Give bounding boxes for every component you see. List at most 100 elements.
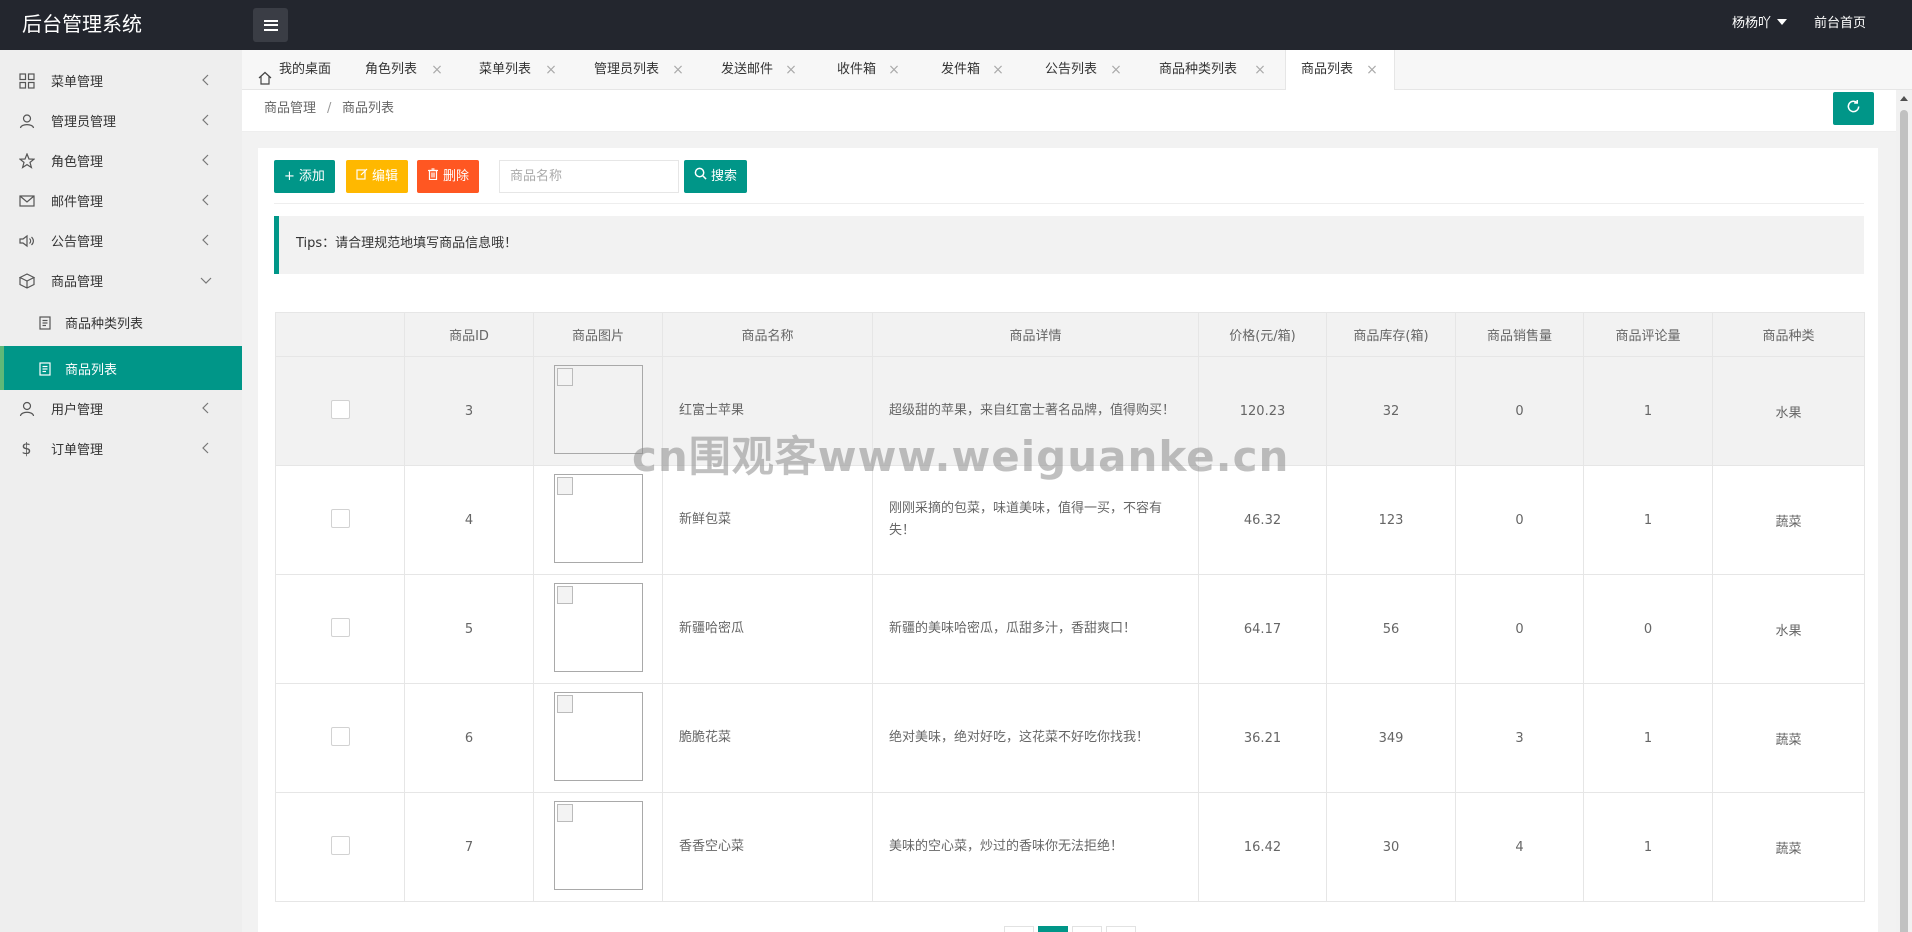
dollar-icon: $	[21, 439, 32, 458]
close-icon[interactable]: ×	[430, 63, 444, 77]
table-row[interactable]: 5 新疆哈密瓜 新疆的美味哈密瓜，瓜甜多汁，香甜爽口！ 64.17 56 0 0…	[275, 574, 1865, 684]
tab-notice-list[interactable]: 公告列表 ×	[1045, 50, 1135, 90]
top-header: 后台管理系统 杨杨吖 前台首页	[0, 0, 1912, 50]
tab-outbox[interactable]: 发件箱 ×	[941, 50, 1021, 90]
pager-prev-button[interactable]	[1004, 926, 1034, 932]
scroll-up-icon[interactable]	[1900, 96, 1908, 101]
sidebar-item-label: 菜单管理	[51, 74, 104, 90]
tips-text: Tips：请合理规范地填写商品信息哦！	[296, 236, 518, 251]
user-menu[interactable]: 杨杨吖	[1732, 0, 1788, 50]
tab-goods-category-list[interactable]: 商品种类列表 ×	[1159, 50, 1279, 90]
sidebar-item-order[interactable]: $ 订单管理	[0, 428, 242, 468]
close-icon[interactable]: ×	[1109, 63, 1123, 77]
comments-cell: 1	[1583, 356, 1713, 466]
row-checkbox[interactable]	[330, 617, 350, 637]
add-label: 添加	[298, 169, 325, 184]
tab-bar: 我的桌面 角色列表 × 菜单列表 × 管理员列表 × 发送邮件 × 收件箱 × …	[242, 50, 1912, 91]
column-header: 商品销售量	[1455, 312, 1584, 357]
comments-cell: 1	[1583, 465, 1713, 575]
detail-cell: 新疆的美味哈密瓜，瓜甜多汁，香甜爽口！	[872, 574, 1199, 684]
tab-label: 商品列表	[1301, 62, 1354, 77]
sidebar-item-label: 公告管理	[51, 234, 104, 250]
home-link[interactable]: 前台首页	[1814, 0, 1866, 50]
id-cell: 3	[404, 356, 534, 466]
pager-next-button[interactable]	[1106, 926, 1136, 932]
breadcrumb-separator: /	[327, 101, 332, 116]
detail-cell: 绝对美味，绝对好吃，这花菜不好吃你找我！	[872, 683, 1199, 793]
search-input[interactable]	[499, 160, 679, 193]
sidebar-item-goods-list[interactable]: 商品列表	[0, 346, 242, 390]
box-icon	[18, 272, 35, 289]
image-cell	[533, 683, 663, 793]
tab-label: 收件箱	[837, 62, 877, 77]
close-icon[interactable]: ×	[991, 63, 1005, 77]
tab-admin-list[interactable]: 管理员列表 ×	[594, 50, 699, 90]
chevron-left-icon	[198, 192, 214, 208]
tab-inbox[interactable]: 收件箱 ×	[837, 50, 917, 90]
tab-role-list[interactable]: 角色列表 ×	[365, 50, 455, 90]
sidebar-item-goods-category[interactable]: 商品种类列表	[0, 302, 242, 342]
search-button[interactable]: 搜索	[684, 160, 748, 193]
grid-icon	[18, 72, 35, 89]
scrollbar-thumb[interactable]	[1900, 110, 1908, 932]
add-button[interactable]: + 添加	[274, 160, 335, 193]
row-checkbox[interactable]	[330, 399, 350, 419]
pager-page-current[interactable]	[1038, 926, 1068, 932]
goods-table: 商品ID 商品图片 商品名称 商品详情 价格(元/箱) 商品库存(箱) 商品销售…	[275, 312, 1865, 902]
close-icon[interactable]: ×	[887, 63, 901, 77]
select-cell	[275, 792, 405, 902]
sidebar-item-menu[interactable]: 菜单管理	[0, 60, 242, 100]
table-row[interactable]: 6 脆脆花菜 绝对美味，绝对好吃，这花菜不好吃你找我！ 36.21 349 3 …	[275, 683, 1865, 793]
row-checkbox[interactable]	[330, 835, 350, 855]
pager-page[interactable]	[1072, 926, 1102, 932]
name-cell: 脆脆花菜	[662, 683, 873, 793]
close-icon[interactable]: ×	[784, 63, 798, 77]
sidebar-item-label: 邮件管理	[51, 194, 104, 210]
sidebar-item-admin[interactable]: 管理员管理	[0, 100, 242, 140]
sidebar-item-role[interactable]: 角色管理	[0, 140, 242, 180]
sidebar-item-notice[interactable]: 公告管理	[0, 220, 242, 260]
stock-cell: 349	[1326, 683, 1456, 793]
close-icon[interactable]: ×	[1253, 63, 1267, 77]
close-icon[interactable]: ×	[544, 63, 558, 77]
category-cell: 蔬菜	[1712, 683, 1865, 793]
menu-toggle-button[interactable]	[253, 8, 288, 42]
category-cell: 蔬菜	[1712, 465, 1865, 575]
vertical-scrollbar[interactable]	[1896, 90, 1912, 932]
comments-cell: 0	[1583, 574, 1713, 684]
close-icon[interactable]: ×	[671, 63, 685, 77]
sidebar-item-goods[interactable]: 商品管理	[0, 260, 242, 300]
stock-cell: 123	[1326, 465, 1456, 575]
sidebar-item-mail[interactable]: 邮件管理	[0, 180, 242, 220]
tab-goods-list[interactable]: 商品列表 ×	[1285, 50, 1395, 91]
speaker-icon	[18, 232, 35, 249]
sidebar: 菜单管理 管理员管理 角色管理 邮件管理 公告管理 商品管理 商品种类列表 商品…	[0, 50, 242, 932]
name-cell: 新疆哈密瓜	[662, 574, 873, 684]
broken-image-icon	[553, 800, 643, 890]
refresh-button[interactable]	[1833, 92, 1874, 125]
person-icon	[18, 400, 35, 417]
breadcrumb-item: 商品列表	[342, 101, 395, 116]
row-checkbox[interactable]	[330, 508, 350, 528]
tab-desktop[interactable]: 我的桌面	[258, 50, 348, 90]
user-icon	[18, 112, 35, 129]
tab-send-mail[interactable]: 发送邮件 ×	[721, 50, 811, 90]
select-cell	[275, 465, 405, 575]
stock-cell: 56	[1326, 574, 1456, 684]
table-header-row: 商品ID 商品图片 商品名称 商品详情 价格(元/箱) 商品库存(箱) 商品销售…	[275, 312, 1865, 357]
id-cell: 5	[404, 574, 534, 684]
tab-menu-list[interactable]: 菜单列表 ×	[479, 50, 569, 90]
plus-icon: +	[284, 169, 295, 184]
close-icon[interactable]: ×	[1365, 63, 1379, 77]
delete-button[interactable]: 删除	[417, 160, 480, 193]
id-cell: 6	[404, 683, 534, 793]
table-row[interactable]: 7 香香空心菜 美味的空心菜，炒过的香味你无法拒绝！ 16.42 30 4 1 …	[275, 792, 1865, 902]
edit-button[interactable]: 编辑	[346, 160, 409, 193]
sidebar-item-user[interactable]: 用户管理	[0, 388, 242, 428]
sales-cell: 3	[1455, 683, 1584, 793]
comments-cell: 1	[1583, 792, 1713, 902]
select-cell	[275, 574, 405, 684]
row-checkbox[interactable]	[330, 726, 350, 746]
edit-label: 编辑	[372, 169, 399, 184]
breadcrumb-item[interactable]: 商品管理	[264, 90, 316, 128]
